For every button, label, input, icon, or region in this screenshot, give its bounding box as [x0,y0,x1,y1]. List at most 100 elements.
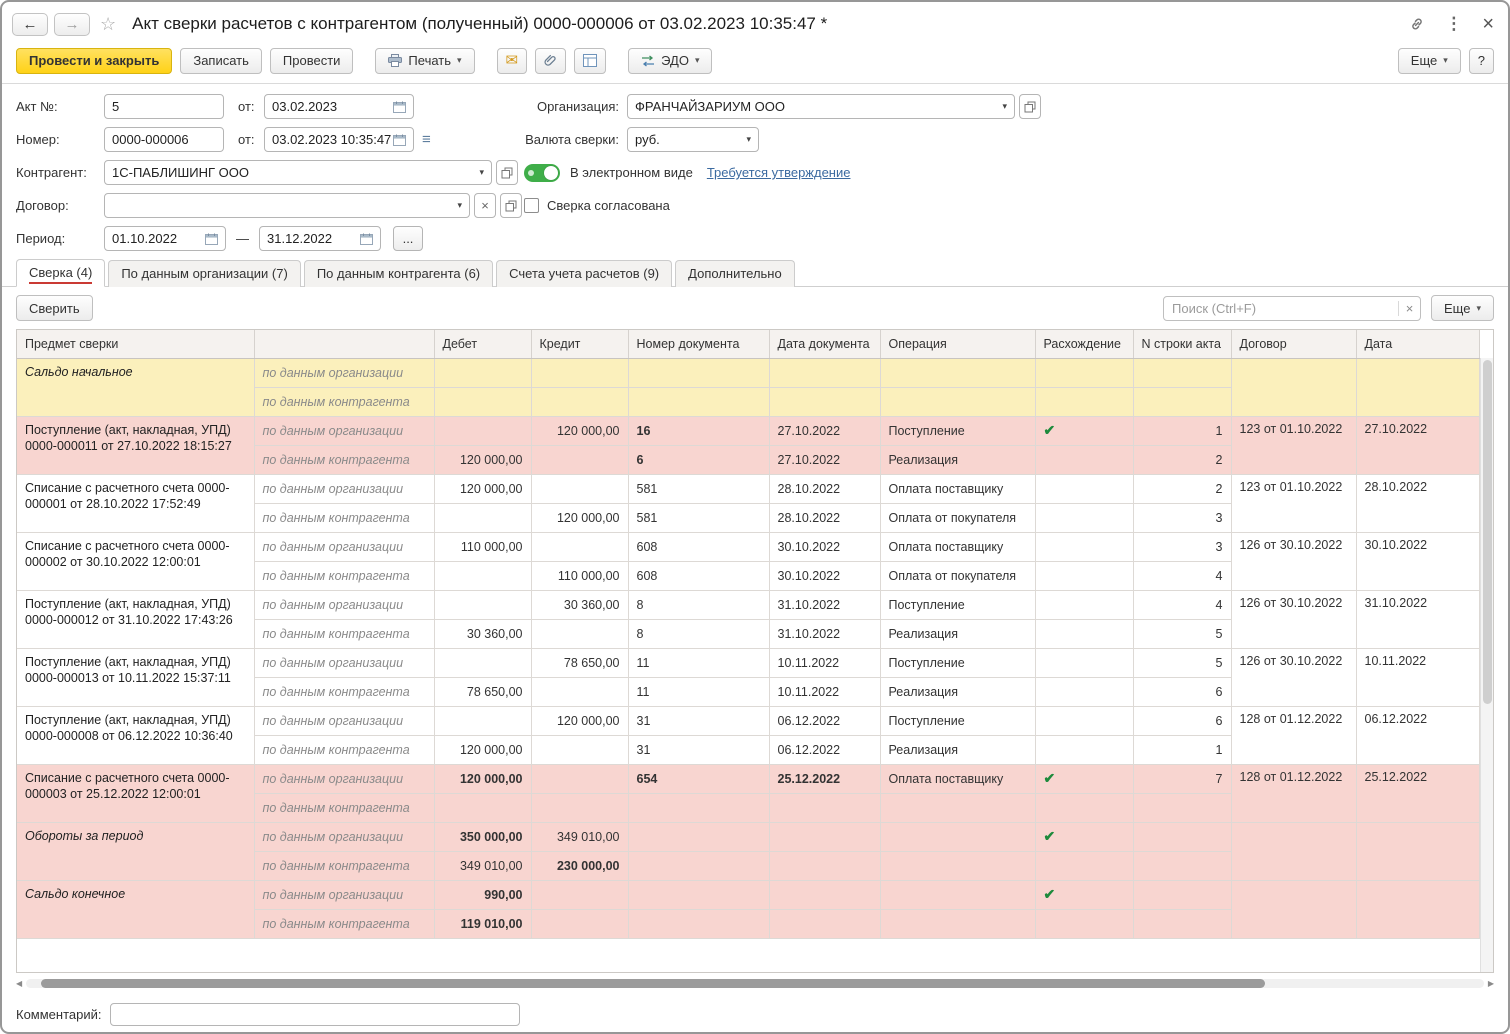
doc-no-cell[interactable]: 11 [628,677,770,707]
send-email-button[interactable]: ✉ [496,47,528,74]
table-row[interactable]: Сальдо конечное по данным организации 990,… [17,880,1480,939]
debit-cell[interactable] [434,706,532,736]
doc-no-cell[interactable]: 11 [628,648,770,678]
check-cell[interactable] [1035,619,1134,649]
more-button[interactable]: Еще ▾ [1397,47,1461,74]
doc-no-cell[interactable]: 608 [628,561,770,591]
act-no-field[interactable]: 5 [104,94,224,119]
doc-no-cell[interactable]: 8 [628,590,770,620]
line-no-cell[interactable]: 1 [1133,735,1232,765]
contract-cell[interactable]: 123 от 01.10.2022 [1231,474,1357,533]
doc-no-cell[interactable]: 31 [628,735,770,765]
subject-cell[interactable]: Сальдо конечное [17,880,255,939]
horizontal-scrollbar-track[interactable] [26,979,1484,988]
doc-date-cell[interactable]: 31.10.2022 [769,590,881,620]
contract-cell[interactable]: 128 от 01.12.2022 [1231,764,1357,823]
date-cell[interactable] [1356,880,1480,939]
doc-no-cell[interactable]: 581 [628,474,770,504]
column-header-credit[interactable]: Кредит [531,330,629,359]
counterparty-open-button[interactable] [496,160,518,185]
operation-cell[interactable]: Реализация [880,735,1036,765]
table-row[interactable]: Сальдо начальное по данным организации [17,358,1480,417]
credit-cell[interactable] [531,677,629,707]
debit-cell[interactable]: 120 000,00 [434,735,532,765]
horizontal-scrollbar-thumb[interactable] [40,979,1266,988]
line-no-cell[interactable]: 6 [1133,706,1232,736]
debit-cell[interactable] [434,358,532,388]
doc-date-cell[interactable] [769,793,881,823]
subject-cell[interactable]: Списание с расчетного счета 0000-000001 … [17,474,255,533]
line-no-cell[interactable]: 4 [1133,590,1232,620]
operation-cell[interactable]: Оплата поставщику [880,474,1036,504]
doc-no-cell[interactable]: 6 [628,445,770,475]
contract-cell[interactable] [1231,358,1357,417]
operation-cell[interactable]: Поступление [880,706,1036,736]
period-to-field[interactable]: 31.12.2022 [259,226,381,251]
doc-no-cell[interactable] [628,358,770,388]
column-header-date[interactable]: Дата [1356,330,1480,359]
act-date-field[interactable]: 03.02.2023 [264,94,414,119]
check-cell[interactable] [1035,793,1134,823]
check-cell[interactable]: ✔ [1035,880,1134,910]
tab-accounts[interactable]: Счета учета расчетов (9) [496,260,673,287]
credit-cell[interactable] [531,909,629,939]
check-cell[interactable] [1035,590,1134,620]
contract-clear-button[interactable]: × [474,193,496,218]
line-no-cell[interactable]: 3 [1133,503,1232,533]
write-button[interactable]: Записать [180,47,262,74]
attachments-button[interactable] [535,47,567,74]
operation-cell[interactable] [880,880,1036,910]
subject-cell[interactable]: Списание с расчетного счета 0000-000002 … [17,532,255,591]
doc-date-cell[interactable]: 10.11.2022 [769,677,881,707]
help-button[interactable]: ? [1468,47,1494,74]
favorite-star-icon[interactable]: ☆ [100,14,116,35]
data-source-cell[interactable]: по данным организации [254,648,435,678]
credit-cell[interactable] [531,880,629,910]
doc-no-cell[interactable] [628,880,770,910]
check-cell[interactable] [1035,387,1134,417]
table-row[interactable]: Поступление (акт, накладная, УПД) 0000-0… [17,416,1480,475]
contract-cell[interactable]: 126 от 30.10.2022 [1231,590,1357,649]
doc-no-cell[interactable]: 8 [628,619,770,649]
check-cell[interactable] [1035,909,1134,939]
doc-date-cell[interactable] [769,358,881,388]
debit-cell[interactable] [434,416,532,446]
column-header-doc-date[interactable]: Дата документа [769,330,881,359]
related-documents-button[interactable] [574,47,607,74]
operation-cell[interactable] [880,822,1036,852]
credit-cell[interactable]: 78 650,00 [531,648,629,678]
data-source-cell[interactable]: по данным организации [254,532,435,562]
debit-cell[interactable]: 350 000,00 [434,822,532,852]
date-cell[interactable]: 28.10.2022 [1356,474,1480,533]
check-cell[interactable] [1035,358,1134,388]
debit-cell[interactable] [434,387,532,417]
debit-cell[interactable]: 120 000,00 [434,474,532,504]
data-source-cell[interactable]: по данным контрагента [254,619,435,649]
doc-no-cell[interactable] [628,822,770,852]
period-from-field[interactable]: 01.10.2022 [104,226,226,251]
doc-date-cell[interactable] [769,909,881,939]
data-source-cell[interactable]: по данным контрагента [254,793,435,823]
debit-cell[interactable] [434,590,532,620]
chevron-down-icon[interactable]: ▾ [1002,101,1007,112]
credit-cell[interactable] [531,387,629,417]
data-source-cell[interactable]: по данным организации [254,706,435,736]
forward-button[interactable]: → [54,12,90,36]
line-no-cell[interactable]: 2 [1133,474,1232,504]
operation-cell[interactable] [880,851,1036,881]
line-no-cell[interactable]: 4 [1133,561,1232,591]
debit-cell[interactable] [434,648,532,678]
line-no-cell[interactable] [1133,909,1232,939]
doc-date-cell[interactable] [769,387,881,417]
debit-cell[interactable]: 78 650,00 [434,677,532,707]
check-cell[interactable] [1035,445,1134,475]
data-source-cell[interactable]: по данным контрагента [254,503,435,533]
operation-cell[interactable]: Реализация [880,619,1036,649]
check-cell[interactable] [1035,706,1134,736]
doc-date-cell[interactable]: 06.12.2022 [769,706,881,736]
data-source-cell[interactable]: по данным организации [254,764,435,794]
doc-date-cell[interactable]: 30.10.2022 [769,532,881,562]
contract-open-button[interactable] [500,193,522,218]
check-cell[interactable] [1035,735,1134,765]
line-no-cell[interactable] [1133,851,1232,881]
